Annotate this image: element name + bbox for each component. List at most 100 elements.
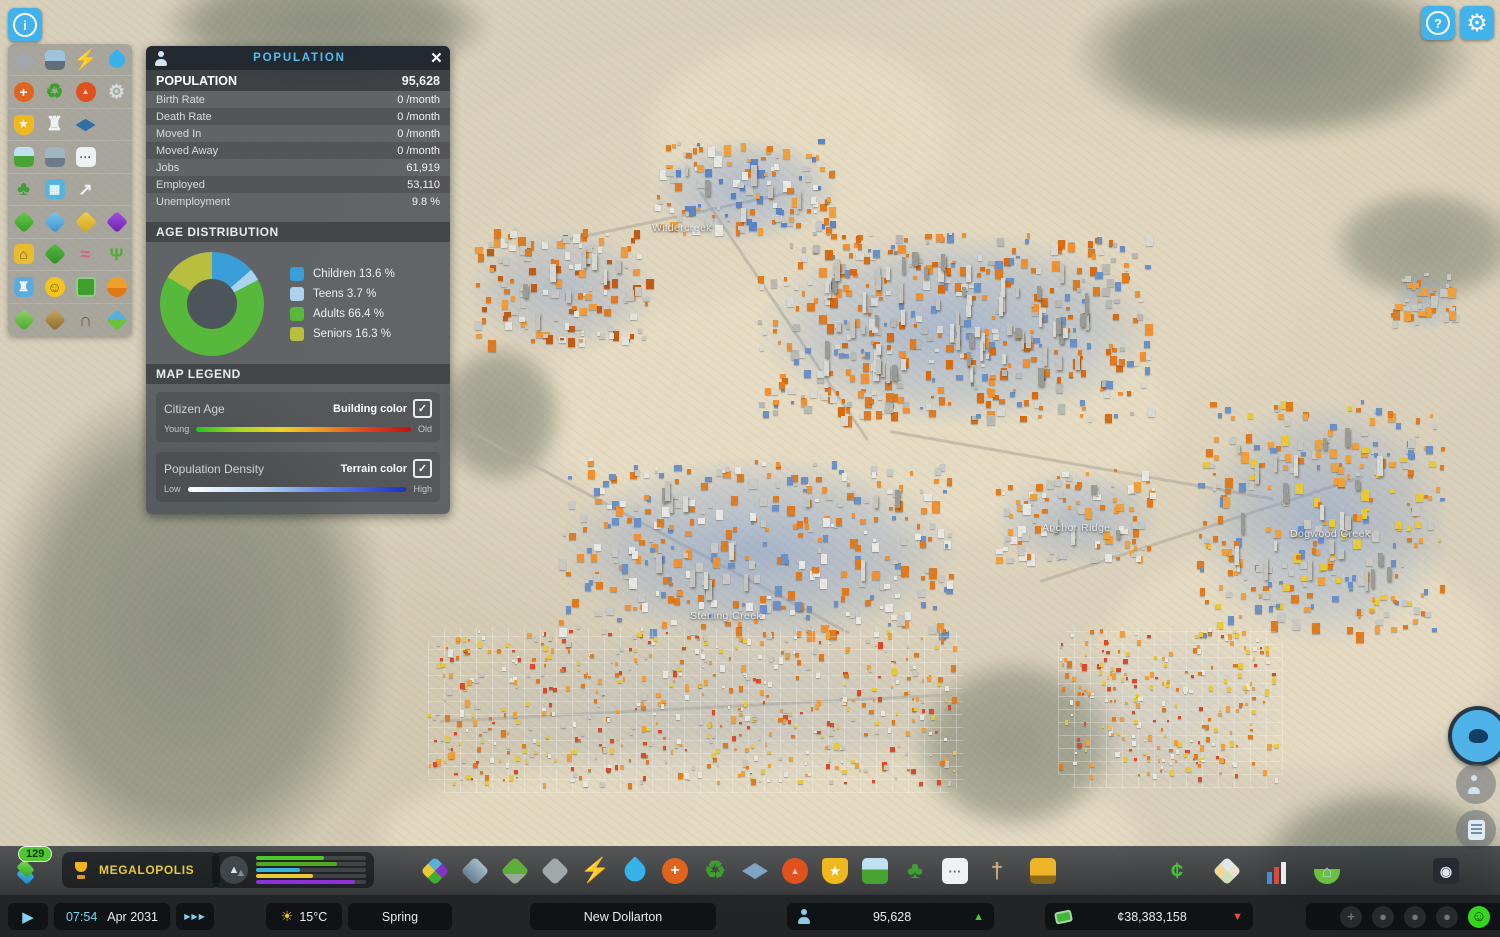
- infoview-transportation[interactable]: [8, 141, 39, 172]
- legend-label: Seniors 16.3 %: [313, 328, 391, 340]
- special-demand: [256, 880, 366, 884]
- tool-roads[interactable]: [539, 855, 571, 887]
- game-viewport: Wildercreek Sterling Creek Anchor Ridge Dog…: [0, 0, 1500, 937]
- tool-police[interactable]: ★: [819, 855, 851, 887]
- notification-icon[interactable]: ●: [1372, 905, 1394, 928]
- tool-landscaping[interactable]: [499, 855, 531, 887]
- infoview-garbage[interactable]: ♻: [39, 76, 70, 107]
- tool-healthcare[interactable]: +: [659, 855, 691, 887]
- infoview-soil[interactable]: [39, 304, 70, 336]
- infoview-zones-blue[interactable]: [39, 206, 70, 237]
- play-icon: ▶: [22, 908, 34, 926]
- infoview-economy[interactable]: [70, 271, 101, 302]
- infoview-water[interactable]: [101, 44, 132, 75]
- electronics-icon: [44, 49, 65, 70]
- infoview-zones-yellow[interactable]: [70, 206, 101, 237]
- milestone-button[interactable]: MEGALOPOLIS: [62, 852, 220, 888]
- toggle-label: Terrain color: [340, 462, 407, 475]
- tool-progression[interactable]: ⌂: [1311, 855, 1343, 887]
- infoview-residential[interactable]: ⌂: [8, 239, 39, 270]
- district-east-city: [1195, 400, 1450, 645]
- population-icon: [154, 50, 168, 66]
- infoview-trends[interactable]: ≈: [70, 239, 101, 270]
- color-toggle[interactable]: Terrain color ✓: [341, 459, 432, 478]
- infoview-welfare[interactable]: ▦: [39, 174, 70, 205]
- infoview-growth[interactable]: Ψ: [101, 239, 132, 270]
- demand-button[interactable]: ▲: [212, 852, 374, 888]
- tool-water-sewage[interactable]: [619, 855, 651, 887]
- maintenance-icon: ⚙: [107, 81, 126, 103]
- infoview-noise-pollution[interactable]: ∩: [70, 304, 101, 336]
- population-icon: [797, 909, 811, 924]
- infoview-zones-green[interactable]: [8, 206, 39, 237]
- infoview-water-pollution[interactable]: [101, 304, 132, 336]
- money-display[interactable]: ¢38,383,158 ▼: [1045, 903, 1253, 930]
- economy-icon: [75, 276, 96, 297]
- tool-transportation[interactable]: [859, 855, 891, 887]
- infoview-education[interactable]: [70, 109, 101, 140]
- tool-economy-budget[interactable]: ¢: [1161, 855, 1193, 887]
- play-button[interactable]: ▶: [8, 903, 48, 930]
- city-name-display[interactable]: New Dollarton: [530, 903, 716, 930]
- close-icon[interactable]: ×: [431, 49, 442, 68]
- infoview-administration[interactable]: ♜: [39, 109, 70, 140]
- speed-control[interactable]: ▶▶▶: [176, 903, 214, 930]
- infoview-fire-rescue[interactable]: ▲: [70, 76, 101, 107]
- tool-city-information[interactable]: [1211, 855, 1243, 887]
- infoview-roads[interactable]: [8, 44, 39, 75]
- infoview-terrain[interactable]: [8, 304, 39, 336]
- residential-demand: [256, 856, 366, 860]
- infoview-electronics[interactable]: [39, 44, 70, 75]
- tool-bulldozer[interactable]: [1027, 855, 1059, 887]
- settings-button[interactable]: ⚙: [1460, 6, 1494, 40]
- chirper-button[interactable]: [1448, 706, 1500, 766]
- infoview-workers[interactable]: [101, 271, 132, 302]
- population-display[interactable]: 95,628 ▲: [787, 903, 994, 930]
- tool-parks-recreation[interactable]: ♣: [899, 855, 931, 887]
- tool-electricity[interactable]: ⚡: [579, 855, 611, 887]
- infoview-electricity[interactable]: ⚡: [70, 44, 101, 75]
- infoview-maintenance[interactable]: ⚙: [101, 76, 132, 107]
- infoview-routes[interactable]: ↗: [70, 174, 101, 205]
- photo-mode-icon: ◉: [1433, 858, 1459, 884]
- happiness-notification-icon[interactable]: ☺: [1468, 905, 1490, 928]
- infoview-zones-purple[interactable]: [101, 206, 132, 237]
- tool-zoning[interactable]: [419, 855, 451, 887]
- infoview-happiness[interactable]: ☺: [39, 271, 70, 302]
- color-toggle[interactable]: Building color ✓: [333, 399, 432, 418]
- tool-terraforming[interactable]: †: [981, 855, 1013, 887]
- tool-fire-rescue[interactable]: ▲: [779, 855, 811, 887]
- notification-icon[interactable]: ●: [1404, 905, 1426, 928]
- help-button[interactable]: ?: [1421, 6, 1455, 40]
- checkbox-icon[interactable]: ✓: [413, 459, 432, 478]
- checkbox-icon[interactable]: ✓: [413, 399, 432, 418]
- healthcare-icon: +: [13, 82, 34, 103]
- infoview-communications[interactable]: ···: [70, 141, 101, 172]
- notification-icon[interactable]: ●: [1436, 905, 1458, 928]
- tool-communications[interactable]: ···: [939, 855, 971, 887]
- notification-icon[interactable]: +: [1340, 905, 1362, 928]
- infoview-rail[interactable]: [39, 141, 70, 172]
- garbage-icon: ♻: [45, 81, 64, 104]
- tool-education[interactable]: [739, 855, 771, 887]
- journal-button[interactable]: [1456, 810, 1496, 850]
- infoview-healthcare[interactable]: +: [8, 76, 39, 107]
- sidebar-row: ∩: [8, 304, 132, 336]
- legend-label: Adults 66.4 %: [313, 308, 384, 320]
- district-sterling-creek-district: [558, 458, 958, 643]
- speed-arrows-icon: ▶▶▶: [184, 912, 206, 921]
- scale-min-label: Low: [164, 484, 181, 494]
- citizen-info-button[interactable]: [1456, 764, 1496, 804]
- tool-statistics[interactable]: [1261, 855, 1293, 887]
- infoviews-button[interactable]: i: [8, 8, 42, 42]
- stat-row: Birth Rate 0 /month: [146, 91, 450, 108]
- tool-garbage[interactable]: ♻: [699, 855, 731, 887]
- infoview-land-value[interactable]: [39, 239, 70, 270]
- tool-areas[interactable]: [459, 855, 491, 887]
- clock-time: 07:54: [65, 909, 98, 924]
- sidebar-row: [8, 206, 132, 239]
- tool-photo-mode[interactable]: ◉: [1430, 855, 1462, 887]
- infoview-landmarks[interactable]: ♜: [8, 271, 39, 302]
- infoview-police[interactable]: ★: [8, 109, 39, 140]
- infoview-parks[interactable]: ♣: [8, 174, 39, 205]
